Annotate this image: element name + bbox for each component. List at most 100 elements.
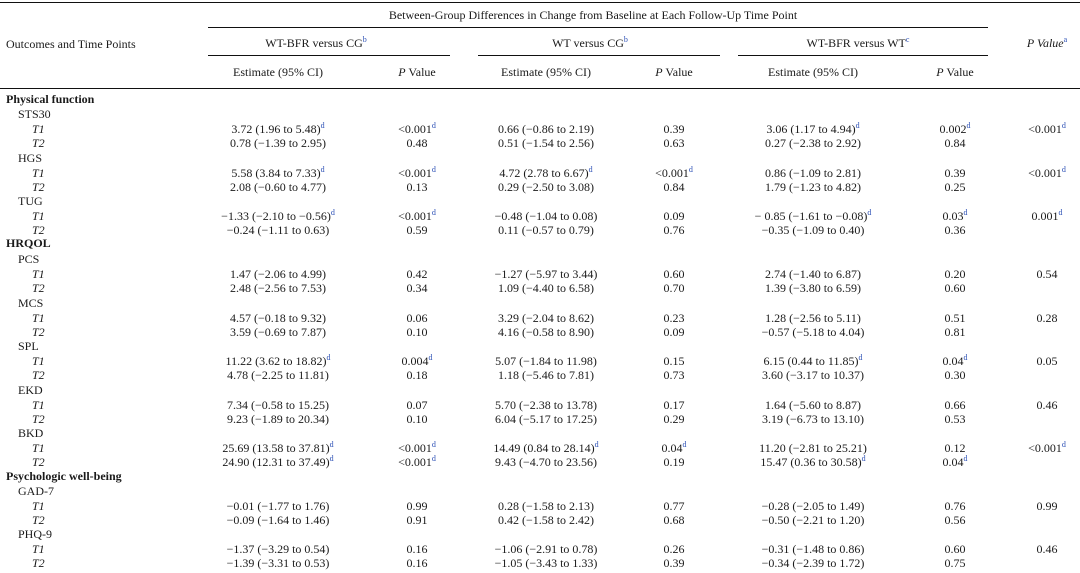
estimate-cell-text: 3.19 (−6.73 to 13.10) <box>761 412 865 426</box>
estimate-cell-text: −0.28 (−2.05 to 1.49) <box>761 499 865 513</box>
pvalue-cell-text: 0.59 <box>406 223 428 237</box>
estimate-cell: 9.43 (−4.70 to 23.56) <box>495 455 597 469</box>
pvalue-cell-text: 0.04 <box>661 441 683 455</box>
estimate-cell-text: 0.28 (−1.58 to 2.13) <box>497 499 595 513</box>
footnote-mark: d <box>326 353 331 362</box>
time-point: T1 <box>32 542 45 556</box>
estimate-cell: 2.48 (−2.56 to 7.53) <box>230 281 326 295</box>
footnote-mark: d <box>1061 121 1066 130</box>
overall-pvalue-cell: 0.28 <box>1037 311 1058 325</box>
pvalue-cell: 0.07 <box>407 398 428 412</box>
pvalue-cell: 0.04d <box>661 441 687 456</box>
pvalue-cell: 0.53 <box>945 412 966 426</box>
estimate-cell-text: 1.79 (−1.23 to 4.82) <box>764 180 862 194</box>
estimate-cell: 3.72 (1.96 to 5.48)d <box>231 122 324 137</box>
pvalue-cell-text: 0.84 <box>663 180 685 194</box>
pvalue-cell: <0.001d <box>398 455 436 470</box>
outcome-name: TUG <box>18 194 43 208</box>
estimate-cell: −0.48 (−1.04 to 0.08) <box>495 209 598 223</box>
time-point: T1 <box>32 499 45 513</box>
footnote-mark: d <box>588 165 593 174</box>
pvalue-cell: <0.001d <box>398 121 436 137</box>
estimate-cell-text: 2.08 (−0.60 to 4.77) <box>229 180 327 194</box>
pvalue-cell: 0.39 <box>664 556 685 570</box>
pvalue-cell-text: 0.09 <box>663 209 685 223</box>
estimate-cell: 5.07 (−1.84 to 11.98) <box>495 354 597 368</box>
estimate-cell: 4.78 (−2.25 to 11.81) <box>227 368 329 382</box>
estimate-cell: −1.06 (−2.91 to 0.78) <box>495 542 598 556</box>
comparison-header-2: WT versus CGb <box>552 35 628 51</box>
footnote-mark: d <box>428 353 433 362</box>
estimate-cell: 6.04 (−5.17 to 17.25) <box>495 412 597 426</box>
estimate-cell: −0.09 (−1.64 to 1.46) <box>227 513 330 527</box>
estimate-cell: 0.51 (−1.54 to 2.56) <box>498 136 594 150</box>
pvalue-cell: 0.60 <box>945 281 966 295</box>
time-point: T2 <box>32 412 45 426</box>
estimate-cell-text: 5.07 (−1.84 to 11.98) <box>495 354 597 368</box>
pvalue-cell-text: 0.48 <box>406 136 428 150</box>
estimate-cell: 6.15 (0.44 to 11.85)d <box>764 354 863 369</box>
pvalue-cell: 0.12 <box>945 441 966 455</box>
outcome-name: STS30 <box>18 107 51 121</box>
pvalue-cell-text: 0.18 <box>406 368 428 382</box>
overall-pvalue-cell: 0.05 <box>1037 354 1058 368</box>
estimate-cell-text: −0.50 (−2.21 to 1.20) <box>761 513 865 527</box>
comparison-header-1: WT-BFR versus CGb <box>265 35 367 51</box>
comparison-header-3: WT-BFR versus WTc <box>806 35 910 51</box>
overall-pvalue-cell-text: 0.46 <box>1036 542 1058 556</box>
pvalue-cell: 0.39 <box>664 122 685 136</box>
estimate-cell: 25.69 (13.58 to 37.81)d <box>222 440 334 456</box>
estimate-cell: 3.06 (1.17 to 4.94)d <box>766 122 859 137</box>
pvalue-cell: 0.13 <box>407 180 428 194</box>
footnote-mark: d <box>431 121 436 130</box>
pvalue-cell: 0.09 <box>664 325 685 339</box>
estimate-cell-text: 5.70 (−2.38 to 13.78) <box>494 398 598 412</box>
pvalue-cell: <0.001d <box>655 166 693 181</box>
pvalue-cell-text: 0.03 <box>942 209 964 223</box>
pvalue-cell: 0.09 <box>664 209 685 223</box>
estimate-cell-text: 1.09 (−4.40 to 6.58) <box>497 281 595 295</box>
footnote-mark: d <box>963 208 968 217</box>
footnote-mark: d <box>329 440 334 449</box>
pvalue-cell-text: <0.001 <box>398 122 432 136</box>
pvalue-cell: 0.70 <box>664 281 685 295</box>
pvalue-cell-text: 0.002 <box>939 122 967 136</box>
estimate-cell-text: 15.47 (0.36 to 30.58) <box>760 455 862 469</box>
time-point: T2 <box>32 281 45 295</box>
estimate-cell: 3.59 (−0.69 to 7.87) <box>230 325 326 339</box>
pvalue-cell: 0.59 <box>407 223 428 237</box>
time-point: T1 <box>32 209 45 223</box>
estimate-cell-text: 7.34 (−0.58 to 15.25) <box>226 398 330 412</box>
estimate-cell-text: 2.48 (−2.56 to 7.53) <box>229 281 327 295</box>
estimate-cell-text: 24.90 (12.31 to 37.49) <box>222 455 330 469</box>
estimate-cell-text: 9.43 (−4.70 to 23.56) <box>494 455 598 469</box>
pvalue-cell-text: 0.60 <box>944 542 966 556</box>
pvalue-cell: 0.34 <box>407 281 428 295</box>
estimate-cell-text: 1.28 (−2.56 to 5.11) <box>765 311 861 325</box>
estimate-cell: −1.39 (−3.31 to 0.53) <box>227 556 330 570</box>
estimate-cell: 5.70 (−2.38 to 13.78) <box>495 398 597 412</box>
header-bottom-rule <box>0 88 1080 89</box>
estimate-cell: 0.28 (−1.58 to 2.13) <box>498 499 594 513</box>
overall-pvalue-cell: 0.54 <box>1037 267 1058 281</box>
pvalue-header-3: P Value <box>936 65 974 79</box>
pvalue-cell: 0.48 <box>407 136 428 150</box>
pvalue-cell: 0.25 <box>945 180 966 194</box>
footnote-mark: d <box>861 454 866 463</box>
footnote-mark: d <box>963 454 968 463</box>
pvalue-cell-text: 0.16 <box>406 556 428 570</box>
estimate-cell-text: −1.37 (−3.29 to 0.54) <box>226 542 330 556</box>
pvalue-cell-text: 0.34 <box>406 281 428 295</box>
pvalue-cell-text: 0.10 <box>406 412 428 426</box>
estimate-cell: −0.28 (−2.05 to 1.49) <box>762 499 865 513</box>
pvalue-cell-text: 0.42 <box>406 267 428 281</box>
pvalue-cell-text: <0.001 <box>398 209 432 223</box>
pvalue-cell: 0.63 <box>664 136 685 150</box>
pvalue-cell: 0.29 <box>664 412 685 426</box>
outcome-name: EKD <box>18 383 43 397</box>
pvalue-cell-text: 0.39 <box>663 122 685 136</box>
section-heading: HRQOL <box>6 236 51 250</box>
footnote-mark: d <box>867 208 872 217</box>
estimate-header-1: Estimate (95% CI) <box>233 65 323 79</box>
pvalue-cell: 0.39 <box>945 166 966 180</box>
